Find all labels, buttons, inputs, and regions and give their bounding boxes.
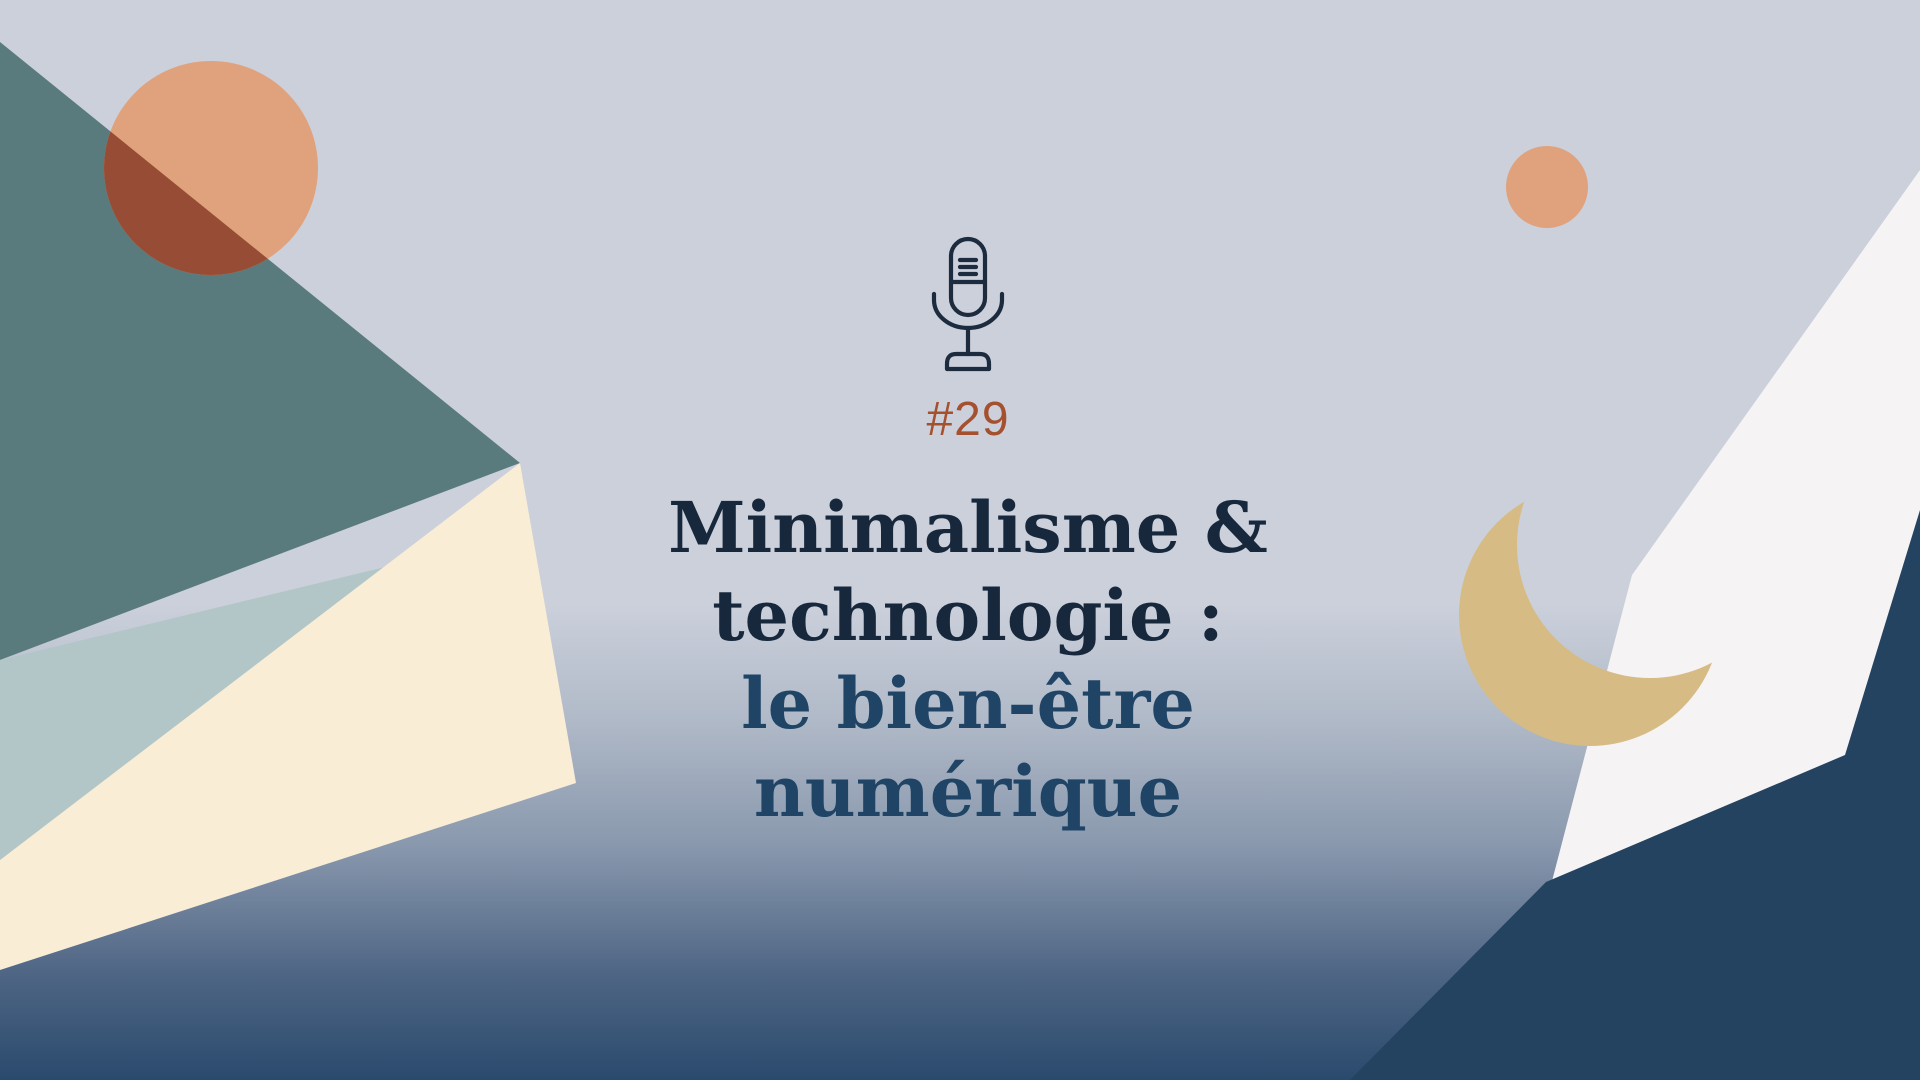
episode-header: #29 Minimalisme & technologie : le bien-… — [560, 236, 1376, 836]
title-line-3: le bien-être — [741, 662, 1195, 745]
title-line-4: numérique — [753, 750, 1183, 833]
podcast-cover: #29 Minimalisme & technologie : le bien-… — [0, 0, 1920, 1080]
episode-number: #29 — [926, 393, 1010, 446]
title-line-1: Minimalisme & — [668, 486, 1268, 569]
title-line-2: technologie : — [712, 574, 1224, 657]
microphone-icon — [931, 236, 1005, 372]
crescent-moon-icon — [1459, 484, 1721, 746]
small-peach-circle — [1506, 146, 1588, 228]
episode-title: Minimalisme & technologie : le bien-être… — [560, 484, 1376, 836]
